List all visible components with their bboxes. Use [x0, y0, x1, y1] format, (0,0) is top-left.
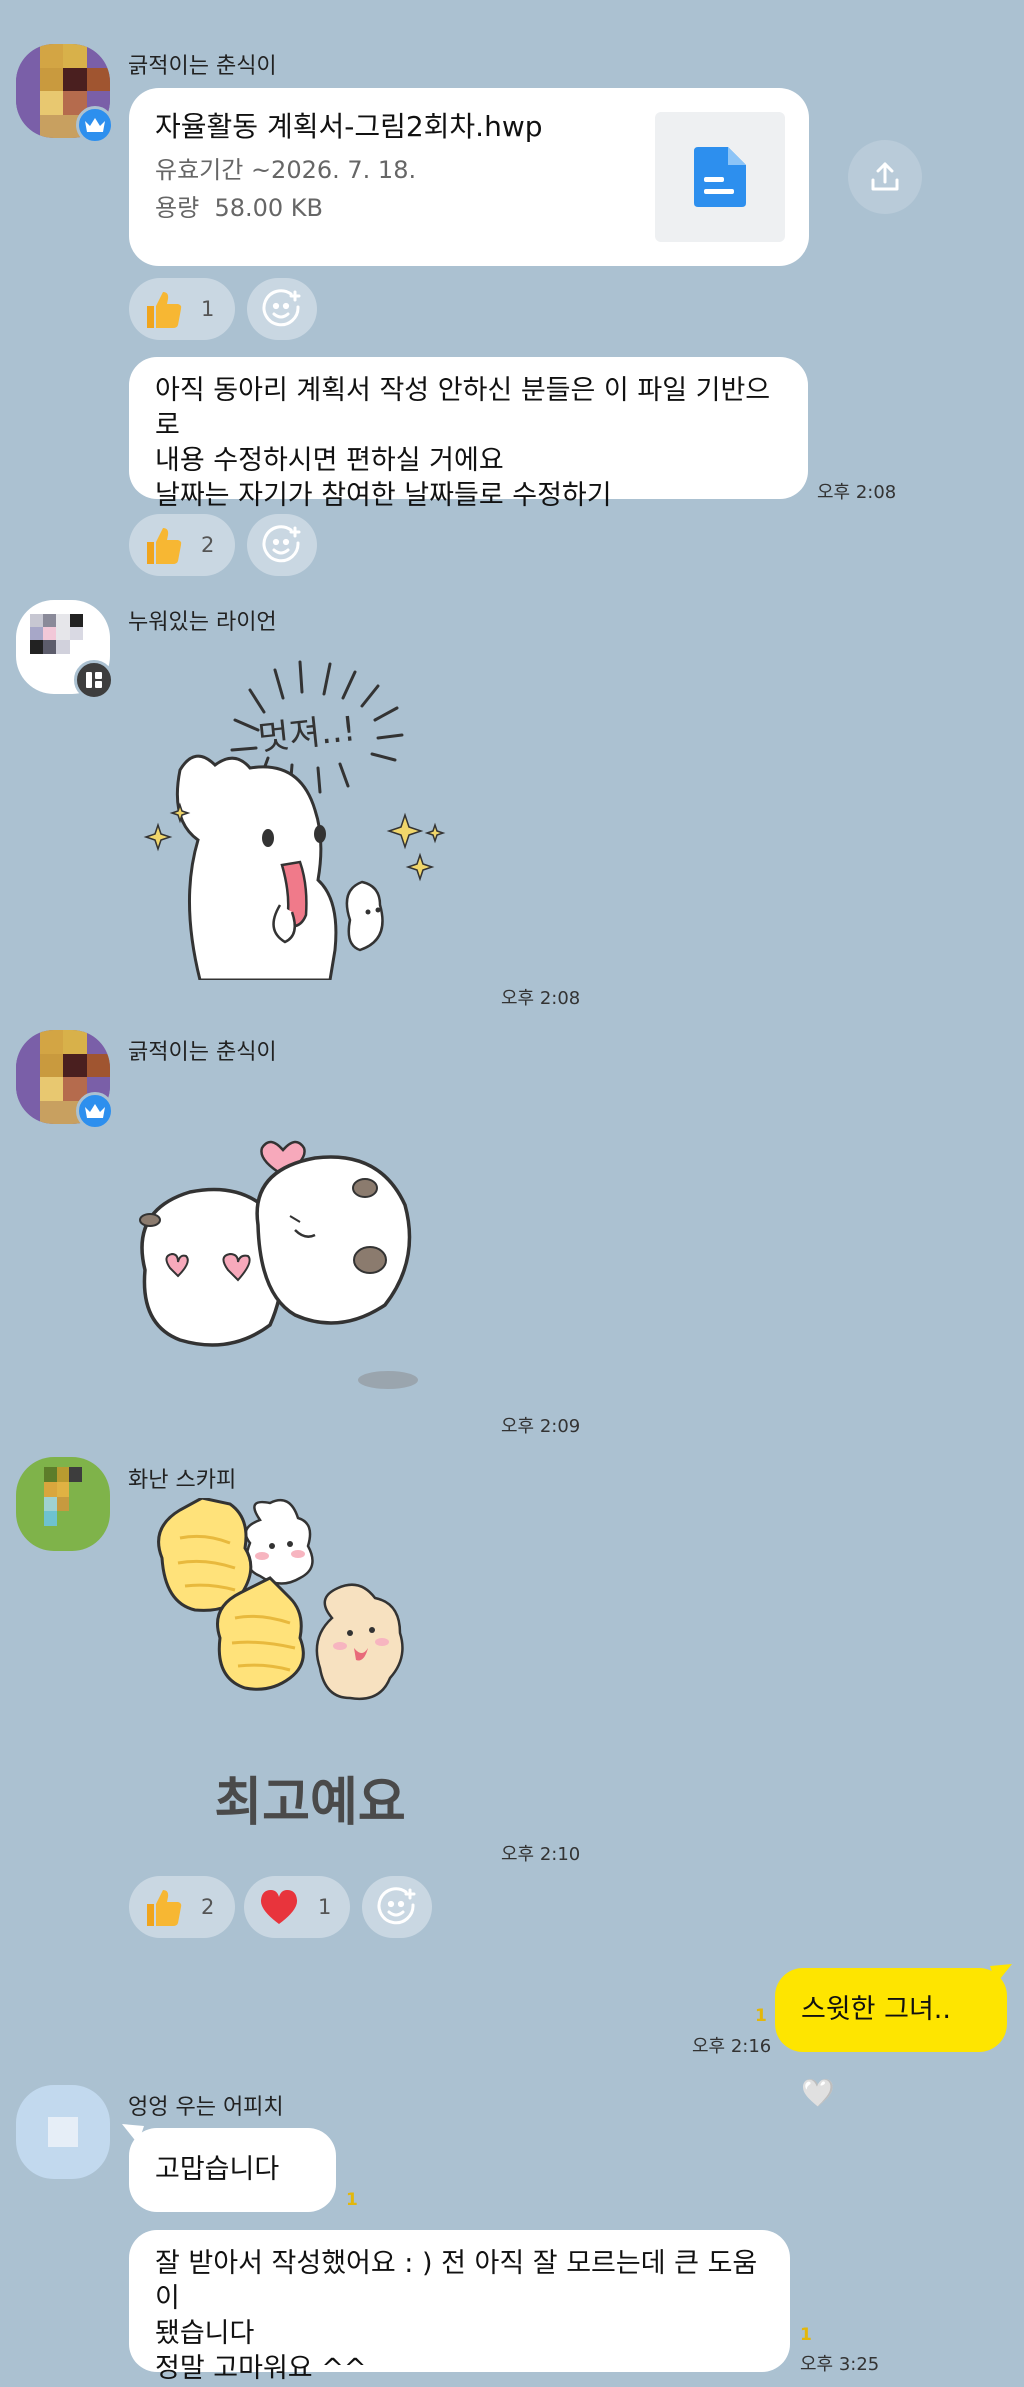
- file-size-label: 용량: [155, 194, 200, 222]
- thumbs-up-icon: [147, 1890, 182, 1926]
- message-bubble[interactable]: 잘 받아서 작성했어요 : ) 전 아직 잘 모르는데 큰 도움이 됐습니다 정…: [129, 2230, 790, 2384]
- unread-count: 1: [755, 2006, 767, 2026]
- file-size-value: 58.00 KB: [214, 194, 323, 222]
- message-text: 스윗한 그녀..🤍: [801, 1994, 951, 2109]
- message-line: 됐습니다: [155, 2318, 255, 2349]
- reaction-heart[interactable]: 1: [244, 1876, 350, 1938]
- avatar-placeholder: [48, 2117, 78, 2147]
- add-emoji-icon: [262, 525, 301, 563]
- add-reaction-button[interactable]: [362, 1876, 432, 1938]
- channel-badge-icon: [74, 660, 114, 700]
- message-line: 아직 동아리 계획서 작성 안하신 분들은 이 파일 기반으로: [155, 375, 771, 441]
- message-bubble[interactable]: 고맙습니다 ^^: [129, 2128, 336, 2269]
- message-line: 잘 받아서 작성했어요 : ) 전 아직 잘 모르는데 큰 도움이: [155, 2248, 758, 2314]
- message-time: 오후 2:08: [501, 988, 581, 1009]
- reaction-count: 2: [201, 533, 215, 557]
- share-button[interactable]: [848, 140, 922, 214]
- reaction-count: 1: [318, 1895, 332, 1919]
- sender-name: 누워있는 라이언: [128, 610, 277, 635]
- add-emoji-icon: [377, 1887, 416, 1925]
- sticker-caption: 최고예요: [214, 1773, 405, 1833]
- add-reaction-button[interactable]: [247, 514, 317, 576]
- crown-badge-icon: [76, 1092, 114, 1130]
- message-line: 날짜는 자기가 참여한 날짜들로 수정하기: [155, 480, 612, 511]
- message-time: 오후 2:10: [501, 1844, 581, 1865]
- sender-name: 엉엉 우는 어피치: [128, 2095, 284, 2120]
- avatar-mosaic: [16, 1457, 110, 1551]
- message-time: 오후 2:16: [692, 2036, 772, 2057]
- reaction-count: 1: [201, 297, 215, 321]
- sender-name: 긁적이는 춘식이: [128, 1040, 277, 1065]
- add-reaction-button[interactable]: [247, 278, 317, 340]
- thumbs-up-icon: [147, 528, 182, 564]
- document-icon: [694, 147, 746, 207]
- share-icon: [871, 162, 899, 191]
- file-thumbnail[interactable]: [655, 112, 785, 242]
- reaction-thumbs-up[interactable]: 1: [129, 278, 235, 340]
- add-emoji-icon: [262, 289, 301, 327]
- thumbs-up-icon: [147, 292, 182, 328]
- unread-count: 1: [346, 2190, 358, 2210]
- sticker-hug-love[interactable]: [130, 1130, 480, 1400]
- unread-count: 1: [800, 2325, 812, 2345]
- message-time: 오후 2:09: [501, 1416, 581, 1437]
- message-time: 오후 2:08: [817, 482, 897, 503]
- message-time: 오후 3:25: [800, 2354, 880, 2375]
- crown-badge-icon: [76, 106, 114, 144]
- sender-name: 긁적이는 춘식이: [128, 54, 277, 79]
- message-line: 정말 고마워요 ^^: [155, 2353, 367, 2384]
- message-bubble[interactable]: 아직 동아리 계획서 작성 안하신 분들은 이 파일 기반으로 내용 수정하시면…: [129, 357, 808, 511]
- avatar-apeach[interactable]: [16, 2085, 110, 2179]
- sticker-caption: 멋져..!: [256, 709, 357, 759]
- file-message-bubble[interactable]: 자율활동 계획서-그림2회차.hwp 유효기간 ~2026. 7. 18. 용량…: [129, 88, 809, 266]
- sticker-ryan-awesome[interactable]: 멋져..!: [140, 650, 480, 982]
- reaction-thumbs-up[interactable]: 2: [129, 1876, 235, 1938]
- sticker-thumbs-best[interactable]: 최고예요: [150, 1496, 480, 1848]
- reaction-count: 2: [201, 1895, 215, 1919]
- heart-icon: [260, 1890, 298, 1924]
- sender-name: 화난 스카피: [128, 1468, 237, 1493]
- avatar-scrappy[interactable]: [16, 1457, 110, 1551]
- reaction-thumbs-up[interactable]: 2: [129, 514, 235, 576]
- my-message-bubble[interactable]: 스윗한 그녀..🤍: [775, 1968, 1007, 2109]
- message-line: 내용 수정하시면 편하실 거에요: [155, 445, 504, 476]
